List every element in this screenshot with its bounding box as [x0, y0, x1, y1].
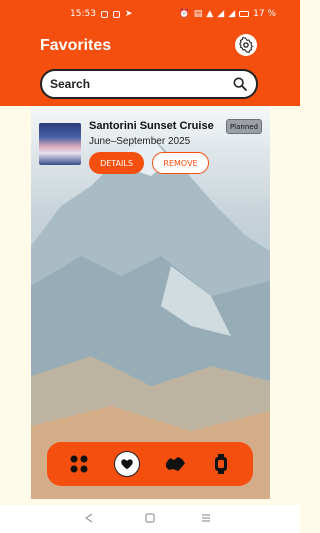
watch-icon — [215, 454, 227, 474]
settings-button[interactable] — [235, 34, 257, 56]
heart-icon — [121, 459, 133, 470]
telegram-icon: ➤ — [124, 9, 133, 19]
home-icon — [145, 513, 155, 523]
page-title: Favorites — [40, 37, 112, 54]
wifi-icon: ▲ — [206, 9, 214, 19]
vibrate-icon: ▤ — [193, 9, 203, 19]
nav-item-favorites[interactable] — [114, 451, 140, 477]
favorites-list[interactable]: Santorini Sunset Cruise June–September 2… — [31, 106, 270, 499]
status-badge: Planned — [226, 119, 262, 134]
alarm-icon: ⏰ — [178, 9, 190, 19]
nav-item-map[interactable] — [163, 452, 187, 476]
bottom-navigation — [47, 442, 253, 486]
instagram-icon — [112, 10, 120, 18]
trip-thumbnail — [39, 123, 81, 165]
nav-item-home[interactable] — [67, 452, 91, 476]
nav-item-watch[interactable] — [209, 452, 233, 476]
search-placeholder: Search — [50, 77, 91, 91]
status-bar: 15:53 ➤ ⏰ ▤ ▲ ◢ ◢ 17 % — [0, 0, 300, 28]
whatsapp-icon — [100, 10, 108, 18]
gear-icon — [239, 37, 253, 53]
search-input[interactable]: Search — [40, 69, 258, 99]
favorite-card[interactable]: Santorini Sunset Cruise June–September 2… — [31, 118, 270, 188]
battery-percent: 17 % — [253, 9, 276, 19]
battery-icon — [239, 11, 250, 17]
map-icon — [166, 457, 185, 471]
home-button[interactable] — [143, 511, 157, 525]
trip-title: Santorini Sunset Cruise — [89, 120, 214, 132]
grid-apps-icon — [70, 455, 88, 473]
system-navigation-bar — [0, 505, 300, 533]
back-button[interactable] — [82, 511, 96, 525]
remove-button[interactable]: REMOVE — [152, 152, 209, 174]
clock-text: 15:53 — [70, 9, 96, 19]
signal-icon-2: ◢ — [228, 9, 236, 19]
details-button[interactable]: DETAILS — [89, 152, 144, 174]
recents-button[interactable] — [199, 511, 213, 525]
recents-icon — [202, 514, 210, 522]
app-header: Favorites Search — [0, 28, 300, 106]
search-icon[interactable] — [232, 76, 248, 92]
signal-icon: ◢ — [217, 9, 225, 19]
back-icon — [85, 513, 93, 523]
trip-dates: June–September 2025 — [89, 136, 191, 147]
